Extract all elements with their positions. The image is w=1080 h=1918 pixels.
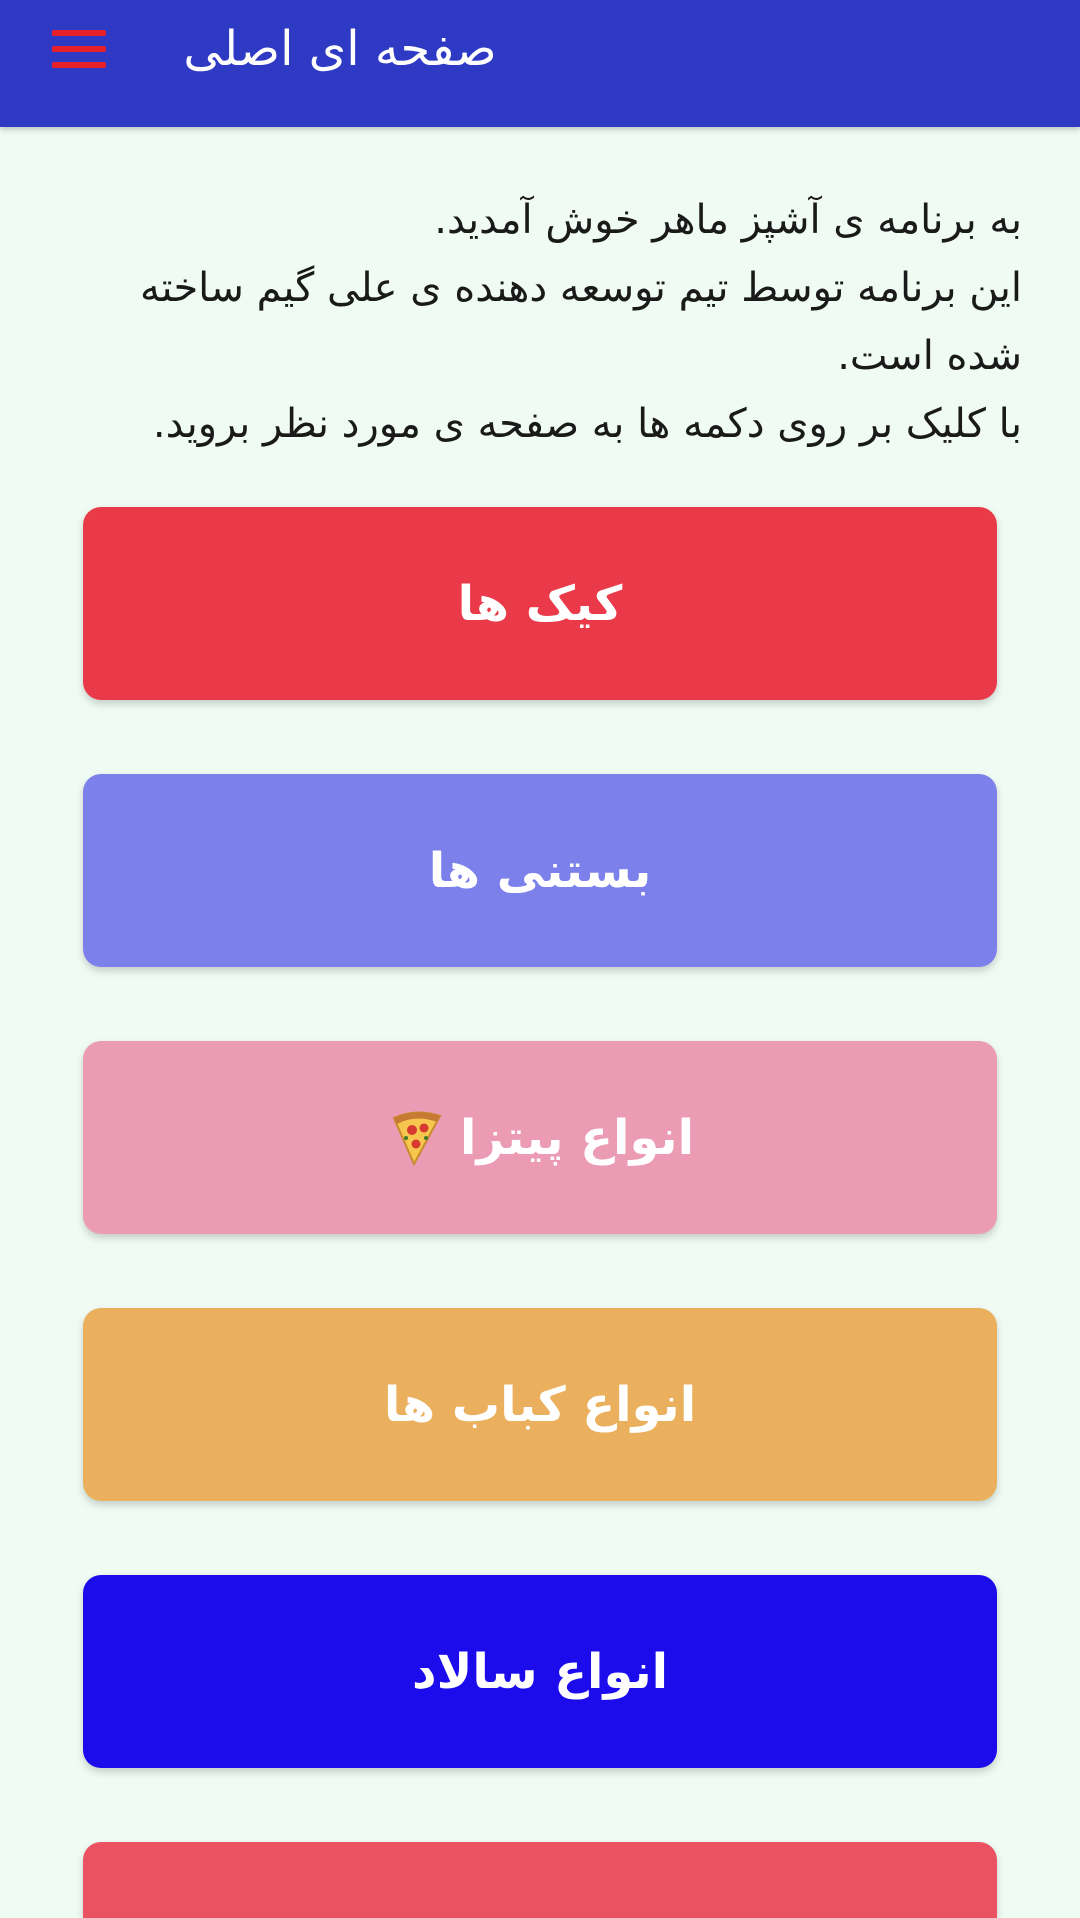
welcome-text: به برنامه ی آشپز ماهر خوش آمدید. این برن… (60, 186, 1022, 458)
pizza-button-label: انواع پیتزا (459, 1109, 695, 1166)
hamburger-menu-icon[interactable] (52, 30, 106, 70)
pizza-button[interactable]: انواع پیتزا (83, 1041, 997, 1234)
salad-button-label: انواع سالاد (411, 1643, 669, 1700)
ice-cream-button-label: بستنی ها (428, 842, 652, 899)
credits-line: این برنامه توسط تیم توسعه دهنده ی علی گی… (139, 265, 1022, 379)
kebab-button-label: انواع کباب ها (383, 1376, 697, 1433)
pizza-slice-icon (392, 1111, 442, 1166)
page-title: صفحه ای اصلی (183, 21, 497, 77)
salad-button[interactable]: انواع سالاد (83, 1575, 997, 1768)
cakes-button[interactable]: کیک ها (83, 507, 997, 700)
instruction-line: با کلیک بر روی دکمه ها به صفحه ی مورد نظ… (152, 401, 1022, 447)
ice-cream-button[interactable]: بستنی ها (83, 774, 997, 967)
welcome-line: به برنامه ی آشپز ماهر خوش آمدید. (434, 197, 1022, 243)
cakes-button-label: کیک ها (457, 575, 623, 632)
next-category-button[interactable] (83, 1842, 997, 1918)
kebab-button[interactable]: انواع کباب ها (83, 1308, 997, 1501)
app-bar: صفحه ای اصلی (0, 0, 1080, 127)
